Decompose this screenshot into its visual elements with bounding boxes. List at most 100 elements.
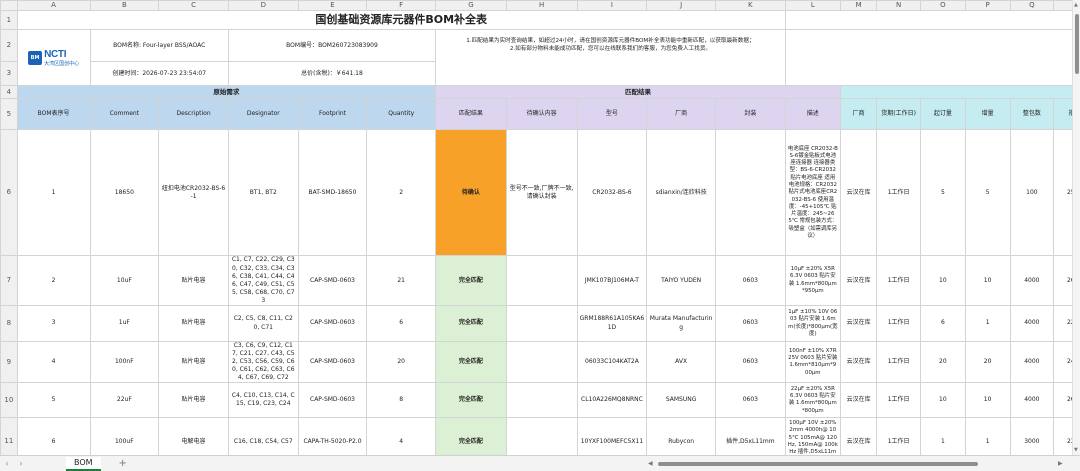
field-header[interactable]: 货期(工作日) <box>876 98 921 131</box>
column-header-G[interactable]: G <box>435 0 507 12</box>
cell[interactable]: 4000 <box>1009 340 1055 384</box>
cell[interactable]: 1工作日 <box>876 417 921 455</box>
cell[interactable]: 云汉在库 <box>839 305 878 342</box>
cell[interactable]: BT1, BT2 <box>227 129 299 257</box>
scroll-down-icon[interactable]: ▼ <box>1074 447 1078 453</box>
cell[interactable]: 6 <box>920 305 966 342</box>
row-number[interactable]: 4 <box>0 85 18 100</box>
cell[interactable]: 1uF <box>89 305 160 342</box>
cell[interactable]: 贴片电容 <box>158 305 229 342</box>
match-status-cell[interactable]: 完全匹配 <box>435 255 507 306</box>
cell[interactable]: 0603 <box>714 255 786 306</box>
cell[interactable]: CAP-SMD-0603 <box>297 382 368 419</box>
horizontal-scroll-thumb[interactable] <box>658 461 978 466</box>
column-header-B[interactable]: B <box>89 0 160 12</box>
cell[interactable]: TAIYO YUDEN <box>646 255 716 306</box>
description-cell[interactable]: 10μF ±20% X5R 6.3V 0603 贴片安装 1.6mm*800μm… <box>784 255 841 306</box>
cell[interactable]: 云汉在库 <box>839 417 878 455</box>
cell[interactable]: 纽扣电池CR2032-BS-6-1 <box>158 129 229 257</box>
cell[interactable] <box>784 29 1080 87</box>
cell[interactable]: 06033C104KAT2A <box>576 340 648 384</box>
row-number[interactable]: 9 <box>0 340 18 384</box>
cell[interactable]: 20 <box>366 340 437 384</box>
row-number[interactable]: 11 <box>0 417 18 455</box>
cell[interactable]: C2, C5, C8, C11, C20, C71 <box>227 305 299 342</box>
cell[interactable]: 2 <box>366 129 437 257</box>
row-number[interactable]: 2 <box>0 29 18 63</box>
description-cell[interactable]: 电池底座 CR2032-BS-6镀金贴板式电池座连接器 连接器类型：BS-6-C… <box>784 129 841 257</box>
spreadsheet-grid[interactable]: ABCDEFGHIJKLMNOPQR 1 国创基础资源库元器件BOM补全表 2 … <box>0 0 1080 455</box>
column-header-Q[interactable]: Q <box>1009 0 1055 12</box>
field-header[interactable]: 厂商 <box>646 98 716 131</box>
cell[interactable]: CAPA-TH-5020-P2.0 <box>297 417 368 455</box>
field-header[interactable]: Footprint <box>297 98 368 131</box>
cell[interactable]: 22uF <box>89 382 160 419</box>
logo-cell[interactable]: BM NCTI 大湾区国创中心 <box>16 29 91 87</box>
field-header[interactable]: 型号 <box>576 98 648 131</box>
group-match-result[interactable]: 匹配结果 <box>435 85 841 100</box>
cell[interactable]: 10 <box>920 382 966 419</box>
cell[interactable]: CR2032-BS-6 <box>576 129 648 257</box>
match-status-cell[interactable]: 完全匹配 <box>435 382 507 419</box>
row-number[interactable]: 6 <box>0 129 18 257</box>
sheet-tab-bom[interactable]: BOM <box>66 456 101 471</box>
cell[interactable]: CAP-SMD-0603 <box>297 305 368 342</box>
field-header[interactable]: 厂商 <box>839 98 878 131</box>
column-header-E[interactable]: E <box>297 0 368 12</box>
column-header-J[interactable]: J <box>646 0 716 12</box>
cell[interactable]: C3, C6, C9, C12, C17, C21, C27, C43, C52… <box>227 340 299 384</box>
column-header-O[interactable]: O <box>920 0 966 12</box>
row-number[interactable]: 3 <box>0 61 18 87</box>
row-number[interactable]: 10 <box>0 382 18 419</box>
cell[interactable]: 0603 <box>714 340 786 384</box>
cell[interactable]: SAMSUNG <box>646 382 716 419</box>
cell[interactable]: 10uF <box>89 255 160 306</box>
notice-cell[interactable]: 1.匹配结果为实时查询结果，如超过24小时，请在国创资源库元器件BOM补全表功能… <box>435 29 786 87</box>
cell[interactable]: 云汉在库 <box>839 382 878 419</box>
sheet-title[interactable]: 国创基础资源库元器件BOM补全表 <box>16 10 786 31</box>
cell[interactable]: CL10A226MQ8NRNC <box>576 382 648 419</box>
match-status-cell[interactable]: 待确认 <box>435 129 507 257</box>
column-header-L[interactable]: L <box>784 0 841 12</box>
field-header[interactable]: Designator <box>227 98 299 131</box>
cell[interactable]: C4, C10, C13, C14, C15, C19, C23, C24 <box>227 382 299 419</box>
cell[interactable]: 云汉在库 <box>839 340 878 384</box>
column-header-A[interactable]: A <box>16 0 91 12</box>
cell[interactable]: 1 <box>16 129 91 257</box>
cell[interactable]: 电解电容 <box>158 417 229 455</box>
row-number[interactable]: 1 <box>0 10 18 31</box>
description-cell[interactable]: 22μF ±20% X5R 6.3V 0603 贴片安装 1.6mm*800μm… <box>784 382 841 419</box>
cell[interactable]: 插件,D5xL11mm <box>714 417 786 455</box>
cell[interactable]: 10YXF100MEFC5X11 <box>576 417 648 455</box>
field-header[interactable]: Description <box>158 98 229 131</box>
cell[interactable]: CAP-SMD-0603 <box>297 340 368 384</box>
scroll-left-icon[interactable]: ◀ <box>648 460 656 467</box>
match-status-cell[interactable]: 完全匹配 <box>435 417 507 455</box>
match-status-cell[interactable]: 完全匹配 <box>435 305 507 342</box>
cell[interactable]: 1工作日 <box>876 255 921 306</box>
cell[interactable]: 云汉在库 <box>839 255 878 306</box>
field-header[interactable]: Comment <box>89 98 160 131</box>
bom-number-cell[interactable]: BOM编号：BOM260723083909 <box>227 29 437 63</box>
cell[interactable]: 100 <box>1009 129 1055 257</box>
cell[interactable]: 6 <box>16 417 91 455</box>
cell[interactable] <box>505 305 578 342</box>
cell[interactable]: 10 <box>964 255 1011 306</box>
cell[interactable]: 20 <box>920 340 966 384</box>
cell[interactable]: Rubycon <box>646 417 716 455</box>
add-sheet-icon[interactable]: + <box>119 458 127 469</box>
cell[interactable]: 3 <box>16 305 91 342</box>
cell[interactable]: 1工作日 <box>876 129 921 257</box>
field-header[interactable]: 起订量 <box>920 98 966 131</box>
cell[interactable] <box>505 340 578 384</box>
row-number[interactable]: 5 <box>0 98 18 131</box>
cell[interactable]: 10 <box>920 255 966 306</box>
cell[interactable] <box>784 10 1080 31</box>
cell[interactable]: BAT-SMD-18650 <box>297 129 368 257</box>
field-header[interactable]: 待确认内容 <box>505 98 578 131</box>
cell[interactable]: 5 <box>920 129 966 257</box>
cell[interactable]: 21 <box>366 255 437 306</box>
cell[interactable]: 8 <box>366 382 437 419</box>
cell[interactable]: 4000 <box>1009 382 1055 419</box>
cell[interactable]: C1, C7, C22, C29, C30, C32, C33, C34, C3… <box>227 255 299 306</box>
